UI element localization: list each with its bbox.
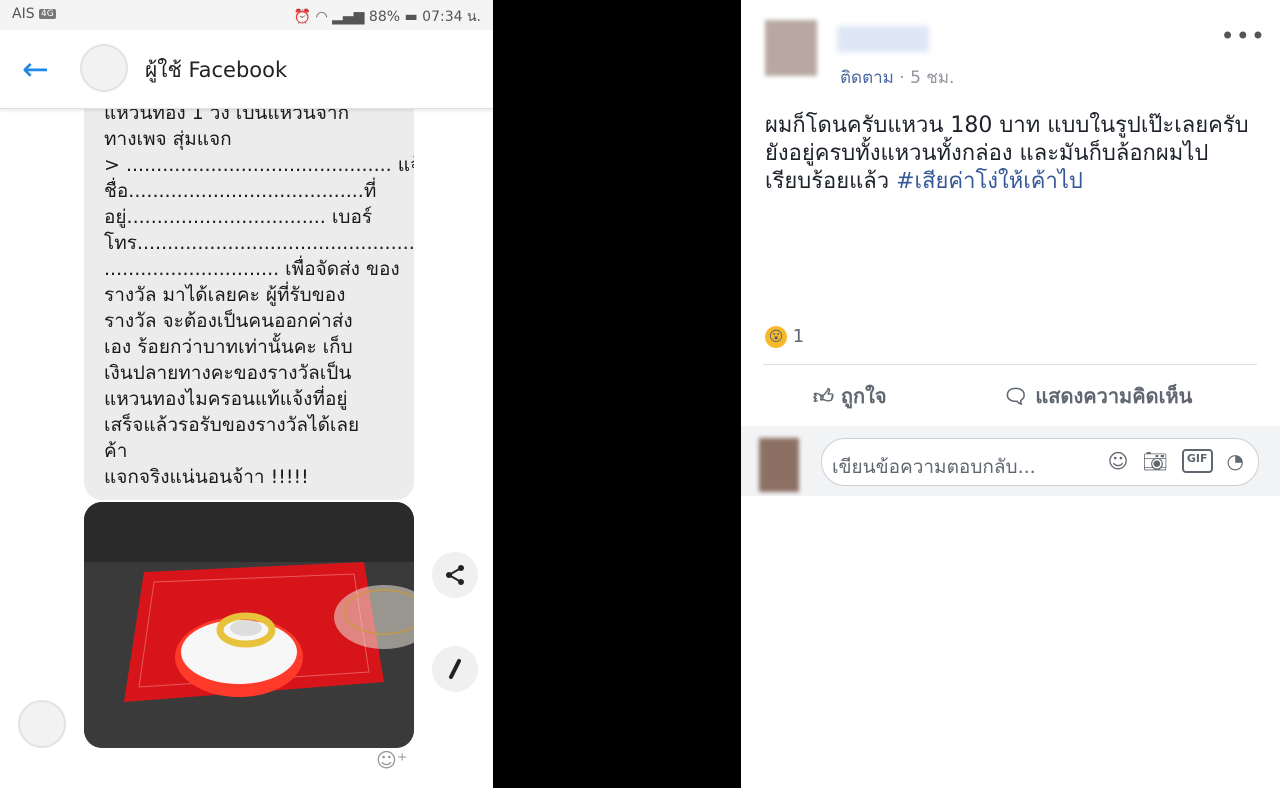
hashtag-link[interactable]: #เสียค่าโง่ให้เค้าไป <box>896 169 1083 194</box>
back-arrow-icon[interactable]: ← <box>22 50 49 88</box>
carrier-area: AIS 4G <box>12 6 56 22</box>
ring-box-image <box>84 502 414 748</box>
reaction-count: 1 <box>792 326 805 347</box>
post-meta: ติดตาม · 5 ชม. <box>840 64 954 91</box>
wifi-icon: ◠ <box>315 9 328 25</box>
message-line: รางวัล จะต้องเป็นคนออกค่าส่ง <box>104 310 353 332</box>
comment-label: แสดงความคิดเห็น <box>1035 384 1193 408</box>
post-time[interactable]: · 5 ชม. <box>899 68 954 88</box>
chat-header: ← ผู้ใช้ Facebook <box>0 30 493 109</box>
thumbs-up-icon: 👍︎ <box>813 384 834 408</box>
message-bubble[interactable]: แหวนทอง 1 วง เป็นแหวนจาก ทางเพจ สุ่มแจก … <box>84 88 414 500</box>
message-line: เสร็จแล้วรอรับของรางวัลได้เลย <box>104 414 360 436</box>
post-text: ผมก็โดนครับแหวน 180 บาท แบบในรูปเป๊ะเลยค… <box>765 112 1265 196</box>
reply-tools: ☺ 📷︎ GIF ◔ <box>1108 449 1244 473</box>
alarm-icon: ⏰ <box>293 9 312 25</box>
sender-avatar[interactable] <box>18 700 66 748</box>
message-line: ชื่อ....................................… <box>104 180 377 202</box>
contact-name[interactable]: ผู้ใช้ Facebook <box>145 54 287 87</box>
network-badge: 4G <box>39 9 56 19</box>
reply-bar: เขียนข้อความตอบกลับ... ☺ 📷︎ GIF ◔ <box>741 426 1280 496</box>
share-icon[interactable] <box>432 552 478 598</box>
reaction-summary[interactable]: 😮 1 <box>765 326 804 348</box>
facebook-post: ติดตาม · 5 ชม. ••• ผมก็โดนครับแหวน 180 บ… <box>741 0 1280 788</box>
like-label: ถูกใจ <box>840 384 887 408</box>
gif-icon[interactable]: GIF <box>1181 449 1213 473</box>
emoji-icon[interactable]: ☺ <box>1108 449 1129 473</box>
battery-icon: ▬ <box>404 9 418 25</box>
status-bar: AIS 4G ⏰ ◠ ▂▄▆ 88% ▬ 07:34 น. <box>0 0 493 30</box>
like-button[interactable]: 👍︎ ถูกใจ <box>813 380 887 412</box>
status-indicators: ⏰ ◠ ▂▄▆ 88% ▬ 07:34 น. <box>294 6 481 28</box>
message-line: > ......................................… <box>104 154 414 176</box>
message-line: ............................. เพื่อจัดส่… <box>104 258 400 280</box>
pencil-icon[interactable] <box>432 646 478 692</box>
camera-icon[interactable]: 📷︎ <box>1143 449 1168 473</box>
message-line: แจกจริงแน่นอนจ้าา !!!!! <box>104 466 309 488</box>
reply-input[interactable]: เขียนข้อความตอบกลับ... ☺ 📷︎ GIF ◔ <box>821 438 1259 486</box>
signal-icon: ▂▄▆ <box>332 9 365 25</box>
divider <box>763 364 1257 365</box>
message-line: ทางเพจ สุ่มแจก <box>104 128 232 150</box>
message-line: อยู่................................. เบ… <box>104 206 373 228</box>
messenger-screen: AIS 4G ⏰ ◠ ▂▄▆ 88% ▬ 07:34 น. ← ผู้ใช้ F… <box>0 0 493 788</box>
author-avatar[interactable] <box>765 20 817 76</box>
comment-button[interactable]: 🗨︎ แสดงความคิดเห็น <box>1003 380 1192 412</box>
ring-photo[interactable] <box>84 502 414 748</box>
carrier-name: AIS <box>12 6 35 22</box>
add-reaction-icon[interactable]: ☺⁺ <box>376 748 407 772</box>
share-glyph <box>446 565 464 585</box>
viewer-avatar <box>759 438 799 492</box>
sticker-icon[interactable]: ◔ <box>1227 449 1244 473</box>
more-options-icon[interactable]: ••• <box>1221 22 1266 50</box>
clock: 07:34 น. <box>422 9 481 25</box>
message-line: รางวัล มาได้เลยคะ ผู้ที่รับของ <box>104 284 346 306</box>
contact-avatar[interactable] <box>80 44 128 92</box>
wow-reaction-icon: 😮 <box>765 326 787 348</box>
message-line: โทร.....................................… <box>104 232 414 254</box>
message-line: เอง ร้อยกว่าบาทเท่านั้นคะ เก็บ <box>104 336 353 358</box>
follow-link[interactable]: ติดตาม <box>840 68 894 88</box>
message-line: เงินปลายทางคะของรางวัลเป็น <box>104 362 352 384</box>
message-line: ค้า <box>104 440 128 462</box>
pencil-glyph <box>449 659 461 679</box>
speech-bubble-icon: 🗨︎ <box>1003 384 1029 408</box>
reply-placeholder: เขียนข้อความตอบกลับ... <box>832 456 1036 478</box>
battery-percent: 88% <box>368 9 401 25</box>
message-line: แหวนทองไมครอนแท้แจ้งที่อยู่ <box>104 388 348 410</box>
author-name-blurred[interactable] <box>837 26 929 52</box>
